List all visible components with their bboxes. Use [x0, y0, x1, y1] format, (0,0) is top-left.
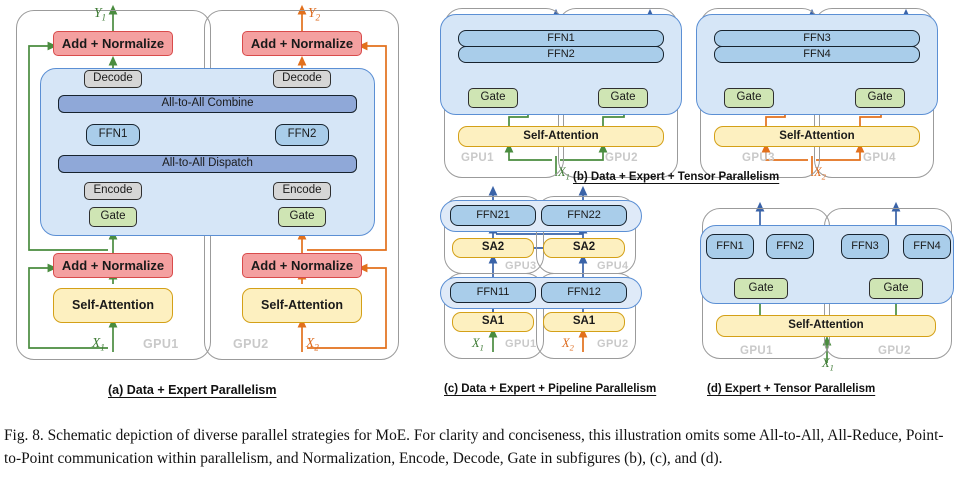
panel-b-ffn1: FFN1: [458, 30, 664, 47]
panel-a-left-add-normalize-bottom: Add + Normalize: [53, 253, 173, 278]
panel-b-caption: (b) Data + Expert + Tensor Parallelism: [573, 171, 780, 183]
panel-a-left-gate: Gate: [89, 207, 137, 227]
panel-a-right-decode: Decode: [273, 70, 331, 88]
panel-b-input-x2: X2: [814, 165, 826, 182]
panel-a-input-x1: X1: [92, 335, 105, 353]
panel-a-right-add-normalize-bottom: Add + Normalize: [242, 253, 362, 278]
panel-c-gpu2-label: GPU2: [597, 338, 629, 350]
panel-c-ffn22: FFN22: [541, 205, 627, 226]
panel-d-ffn3: FFN3: [841, 234, 889, 259]
panel-b-gpu2-label: GPU2: [605, 152, 638, 164]
figure-canvas: Add + Normalize Add + Normalize Decode D…: [0, 0, 960, 502]
panel-c-sa2-right: SA2: [543, 238, 625, 258]
panel-a-right-self-attention: Self-Attention: [242, 288, 362, 323]
panel-d-ffn1: FFN1: [706, 234, 754, 259]
panel-a-output-y1: Y1: [94, 5, 107, 23]
panel-d-self-attention: Self-Attention: [716, 315, 936, 337]
panel-c-caption: (c) Data + Expert + Pipeline Parallelism: [444, 383, 657, 395]
panel-b-input-x1: X1: [558, 165, 570, 182]
panel-b-gpu3-label: GPU3: [742, 152, 775, 164]
panel-a-left-decode: Decode: [84, 70, 142, 88]
panel-c-sa1-left: SA1: [452, 312, 534, 332]
panel-a-left-self-attention: Self-Attention: [53, 288, 173, 323]
panel-a-all-to-all-combine: All-to-All Combine: [58, 95, 357, 113]
panel-c-input-x2: X2: [562, 336, 574, 353]
panel-a-right-gate: Gate: [278, 207, 326, 227]
panel-d-gate-left: Gate: [734, 278, 788, 299]
panel-a-right-encode: Encode: [273, 182, 331, 200]
panel-a-left-ffn1: FFN1: [86, 124, 140, 146]
panel-b-gate-3: Gate: [724, 88, 774, 108]
panel-c-ffn12: FFN12: [541, 282, 627, 303]
panel-a-gpu2-label: GPU2: [233, 337, 269, 351]
panel-c-sa2-left: SA2: [452, 238, 534, 258]
panel-a-right-add-normalize-top: Add + Normalize: [242, 31, 362, 56]
panel-c-input-x1: X1: [472, 336, 484, 353]
panel-b-gpu4-label: GPU4: [863, 152, 896, 164]
figure-caption: Fig. 8. Schematic depiction of diverse p…: [4, 427, 944, 468]
panel-c-ffn21: FFN21: [450, 205, 536, 226]
panel-b-gate-1: Gate: [468, 88, 518, 108]
panel-b-ffn3: FFN3: [714, 30, 920, 47]
panel-c-gpu4-label: GPU4: [597, 260, 629, 272]
panel-d-ffn4: FFN4: [903, 234, 951, 259]
panel-b-ffn2: FFN2: [458, 46, 664, 63]
panel-c-gpu3-label: GPU3: [505, 260, 537, 272]
panel-a-caption: (a) Data + Expert Parallelism: [108, 383, 277, 397]
panel-d-gate-right: Gate: [869, 278, 923, 299]
panel-c-ffn11: FFN11: [450, 282, 536, 303]
panel-b-gpu1-label: GPU1: [461, 152, 494, 164]
panel-a-input-x2: X2: [306, 335, 319, 353]
panel-a-left-add-normalize-top: Add + Normalize: [53, 31, 173, 56]
panel-b-gate-4: Gate: [855, 88, 905, 108]
panel-d-gpu1-label: GPU1: [740, 345, 773, 357]
panel-c-sa1-right: SA1: [543, 312, 625, 332]
panel-a-left-encode: Encode: [84, 182, 142, 200]
panel-a-all-to-all-dispatch: All-to-All Dispatch: [58, 155, 357, 173]
panel-c-gpu1-label: GPU1: [505, 338, 537, 350]
panel-b-gate-2: Gate: [598, 88, 648, 108]
panel-d-gpu2-label: GPU2: [878, 345, 911, 357]
panel-a-output-y2: Y2: [308, 5, 321, 23]
panel-d-ffn2: FFN2: [766, 234, 814, 259]
panel-a-gpu1-label: GPU1: [143, 337, 179, 351]
panel-b-self-attention-right: Self-Attention: [714, 126, 920, 147]
panel-d-input-x1: X1: [822, 356, 834, 373]
panel-b-ffn4: FFN4: [714, 46, 920, 63]
panel-a-right-ffn2: FFN2: [275, 124, 329, 146]
panel-d-caption: (d) Expert + Tensor Parallelism: [707, 383, 876, 395]
panel-b-self-attention-left: Self-Attention: [458, 126, 664, 147]
